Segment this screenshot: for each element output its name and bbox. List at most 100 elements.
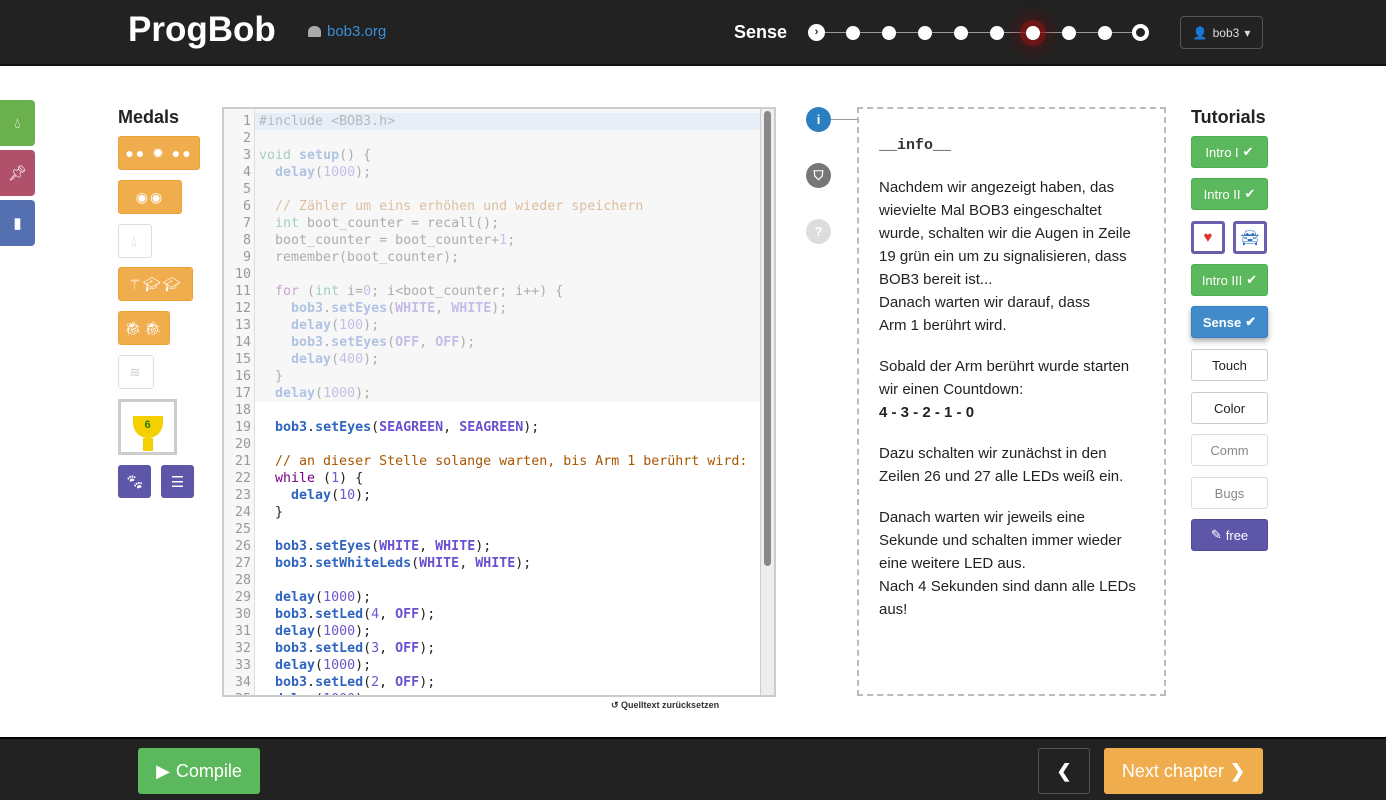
code-line[interactable]: 2: [224, 130, 747, 147]
code-line[interactable]: 8 boot_counter = boot_counter+1;: [224, 232, 747, 249]
user-menu[interactable]: 👤 bob3 ▾: [1180, 16, 1263, 49]
code-line[interactable]: 23 delay(10);: [224, 487, 747, 504]
code-editor[interactable]: 1 #include <BOB3.h> 2 3 void setup() {4 dela…: [222, 107, 776, 697]
code-line[interactable]: 25: [224, 521, 747, 538]
code-line[interactable]: 6 // Zähler um eins erhöhen und wieder s…: [224, 198, 747, 215]
code-token: 1000: [323, 658, 356, 673]
code-line[interactable]: 9 remember(boot_counter);: [224, 249, 747, 266]
code-line[interactable]: 30 bob3.setLed(4, OFF);: [224, 606, 747, 623]
progress-step[interactable]: [1026, 26, 1040, 40]
site-link-label[interactable]: bob3.org: [327, 23, 386, 40]
shield-icon[interactable]: ⛉: [806, 163, 831, 188]
progress-step[interactable]: [882, 26, 896, 40]
help-icon[interactable]: ?: [806, 219, 831, 244]
car-button[interactable]: 🚘︎: [1233, 221, 1267, 254]
code-line[interactable]: 29 delay(1000);: [224, 589, 747, 606]
code-line[interactable]: 17 delay(1000);: [224, 385, 747, 402]
code-line[interactable]: 34 bob3.setLed(2, OFF);: [224, 674, 747, 691]
code-line[interactable]: 13 delay(100);: [224, 317, 747, 334]
tutorial-intro-3[interactable]: Intro III ✔: [1191, 264, 1268, 296]
code-token: .: [323, 335, 332, 350]
medal-eyes[interactable]: ◉◉: [118, 180, 182, 214]
code-line[interactable]: 1 #include <BOB3.h>: [224, 113, 747, 130]
code-line[interactable]: 14 bob3.setEyes(OFF, OFF);: [224, 334, 747, 351]
progress-step[interactable]: [1098, 26, 1112, 40]
tutorial-touch[interactable]: Touch: [1191, 349, 1268, 381]
code-token: (: [363, 641, 372, 656]
tutorial-sense[interactable]: Sense ✔: [1191, 306, 1268, 338]
code-content[interactable]: 1 #include <BOB3.h> 2 3 void setup() {4 dela…: [224, 113, 747, 695]
medal-wifi[interactable]: ≋: [118, 355, 154, 389]
scrollbar-thumb[interactable]: [764, 111, 771, 566]
code-token: WHITE: [475, 556, 516, 571]
caret-down-icon: ▾: [1244, 25, 1251, 40]
progress-step[interactable]: [990, 26, 1004, 40]
next-chapter-button[interactable]: Next chapter ❯: [1104, 748, 1263, 794]
heart-button[interactable]: ♥: [1191, 221, 1225, 254]
code-line[interactable]: 27 bob3.setWhiteLeds(WHITE, WHITE);: [224, 555, 747, 572]
medal-graduation[interactable]: ⚚🎓︎🎓︎: [118, 267, 193, 301]
tutorial-bugs[interactable]: Bugs: [1191, 477, 1268, 509]
progress-step[interactable]: [918, 26, 932, 40]
code-line[interactable]: 28: [224, 572, 747, 589]
compile-button[interactable]: ▶ Compile: [138, 748, 260, 794]
code-line[interactable]: 7 int boot_counter = recall();: [224, 215, 747, 232]
header: ProgBob bob3.org Sense › 👤 bob3 ▾: [0, 0, 1386, 66]
code-token: setup: [299, 148, 340, 163]
code-line[interactable]: 4 delay(1000);: [224, 164, 747, 181]
code-line[interactable]: 15 delay(400);: [224, 351, 747, 368]
trophy-icon: 6: [132, 416, 163, 451]
line-number: 3: [242, 148, 251, 163]
previous-button[interactable]: ❮: [1038, 748, 1090, 794]
progress-step[interactable]: [954, 26, 968, 40]
sidebar-tab-book[interactable]: ▮: [0, 200, 35, 246]
progress-step[interactable]: [846, 26, 860, 40]
code-token: );: [491, 301, 508, 316]
tutorial-comm[interactable]: Comm: [1191, 434, 1268, 466]
code-line[interactable]: 3 void setup() {: [224, 147, 747, 164]
tutorial-intro-1[interactable]: Intro I ✔: [1191, 136, 1268, 168]
code-line[interactable]: 22 while (1) {: [224, 470, 747, 487]
code-line[interactable]: 31 delay(1000);: [224, 623, 747, 640]
tutorial-label: Intro III: [1201, 272, 1243, 288]
code-line[interactable]: 12 bob3.setEyes(WHITE, WHITE);: [224, 300, 747, 317]
tutorial-intro-2[interactable]: Intro II ✔: [1191, 178, 1268, 210]
logo[interactable]: ProgBob: [128, 10, 276, 50]
progress-step[interactable]: [1132, 24, 1149, 41]
menu-button[interactable]: ☰: [161, 465, 194, 498]
line-number: 17: [234, 386, 251, 401]
check-icon: ✔: [1242, 144, 1254, 159]
scrollbar[interactable]: [760, 109, 774, 695]
paw-button[interactable]: 🐾︎: [118, 465, 151, 498]
code-line[interactable]: 18: [224, 402, 747, 419]
info-icon[interactable]: i: [806, 107, 831, 132]
medal-leds[interactable]: ●● ✹ ●●: [118, 136, 200, 170]
code-line[interactable]: 35 delay(1000);: [224, 691, 747, 695]
code-line[interactable]: 16 }: [224, 368, 747, 385]
code-line[interactable]: 32 bob3.setLed(3, OFF);: [224, 640, 747, 657]
code-line[interactable]: 24 }: [224, 504, 747, 521]
code-line[interactable]: 20: [224, 436, 747, 453]
code-token: WHITE: [379, 539, 420, 554]
code-line[interactable]: 10: [224, 266, 747, 283]
progress-step[interactable]: [1062, 26, 1076, 40]
code-line[interactable]: 21 // an dieser Stelle solange warten, b…: [224, 453, 747, 470]
reset-code-link[interactable]: ↺ Quelltext zurücksetzen: [611, 700, 719, 711]
tutorial-free[interactable]: ✎ free: [1191, 519, 1268, 551]
tutorial-color[interactable]: Color: [1191, 392, 1268, 424]
code-line[interactable]: 11 for (int i=0; i<boot_counter; i++) {: [224, 283, 747, 300]
medal-bugs[interactable]: 🐞︎🐞︎: [118, 311, 170, 345]
medal-drop[interactable]: 💧︎: [118, 224, 152, 258]
code-line[interactable]: 26 bob3.setEyes(WHITE, WHITE);: [224, 538, 747, 555]
code-line[interactable]: 5: [224, 181, 747, 198]
sidebar-tab-drop[interactable]: 💧︎: [0, 100, 35, 146]
progress-step[interactable]: ›: [808, 24, 825, 41]
code-line[interactable]: 33 delay(1000);: [224, 657, 747, 674]
site-link[interactable]: bob3.org: [308, 23, 386, 40]
code-token: ,: [435, 301, 452, 316]
code-line[interactable]: 19 bob3.setEyes(SEAGREEN, SEAGREEN);: [224, 419, 747, 436]
sidebar-tab-pin[interactable]: 📌︎: [0, 150, 35, 196]
